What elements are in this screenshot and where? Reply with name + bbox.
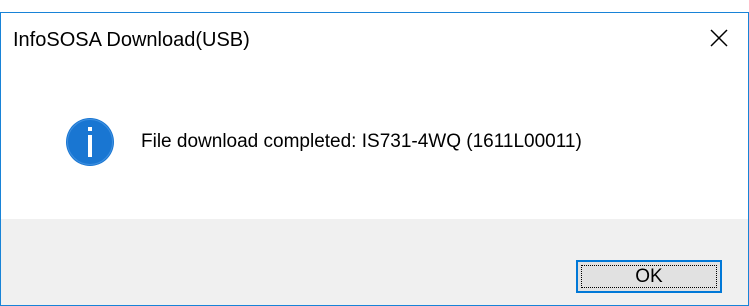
button-bar: OK bbox=[1, 219, 748, 305]
close-button[interactable] bbox=[690, 13, 748, 63]
dialog-content: File download completed: IS731-4WQ (1611… bbox=[1, 63, 748, 219]
ok-button-label: OK bbox=[635, 265, 663, 287]
close-icon bbox=[710, 29, 728, 47]
title-bar[interactable]: InfoSOSA Download(USB) bbox=[1, 13, 748, 63]
dialog-message: File download completed: IS731-4WQ (1611… bbox=[141, 131, 582, 152]
message-dialog: InfoSOSA Download(USB) File download com… bbox=[0, 12, 749, 306]
info-icon bbox=[66, 118, 114, 166]
ok-button[interactable]: OK bbox=[576, 260, 722, 293]
top-strip bbox=[0, 0, 749, 12]
dialog-title: InfoSOSA Download(USB) bbox=[13, 29, 250, 51]
